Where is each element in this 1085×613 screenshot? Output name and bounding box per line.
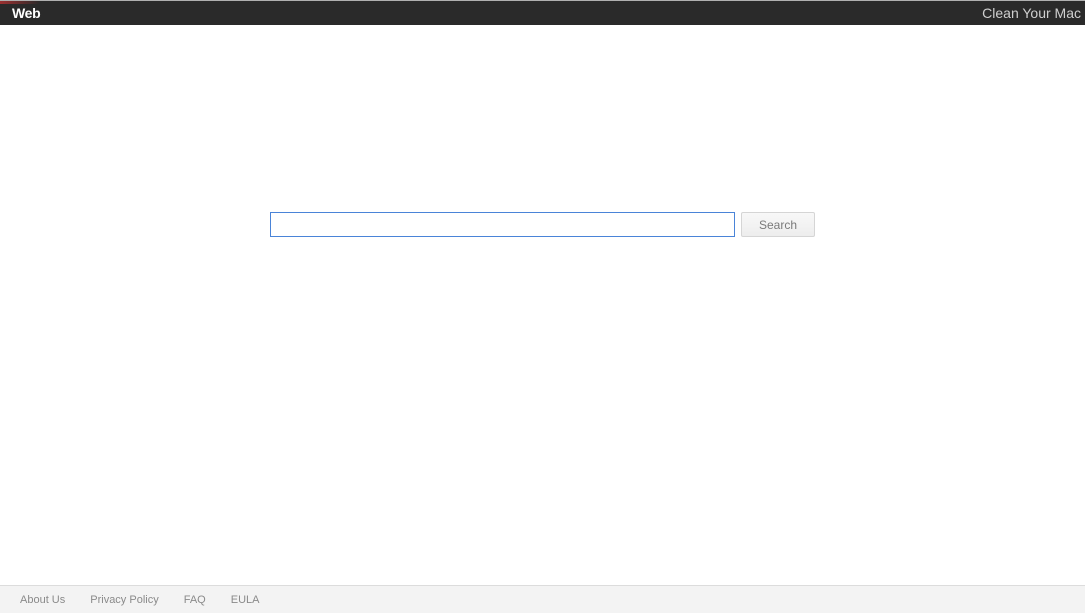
footer-link-privacy[interactable]: Privacy Policy: [90, 594, 158, 606]
header-bar: Web Clean Your Mac: [0, 1, 1085, 25]
main-content: Search: [0, 25, 1085, 585]
footer-link-about[interactable]: About Us: [20, 594, 65, 606]
header-accent: [0, 1, 40, 4]
footer-link-eula[interactable]: EULA: [231, 594, 260, 606]
search-row: Search: [270, 212, 815, 237]
logo-text: Web: [12, 5, 40, 21]
search-button[interactable]: Search: [741, 212, 815, 237]
search-input[interactable]: [270, 212, 735, 237]
footer-link-faq[interactable]: FAQ: [184, 594, 206, 606]
clean-mac-link[interactable]: Clean Your Mac: [982, 5, 1081, 21]
footer-bar: About Us Privacy Policy FAQ EULA: [0, 585, 1085, 613]
